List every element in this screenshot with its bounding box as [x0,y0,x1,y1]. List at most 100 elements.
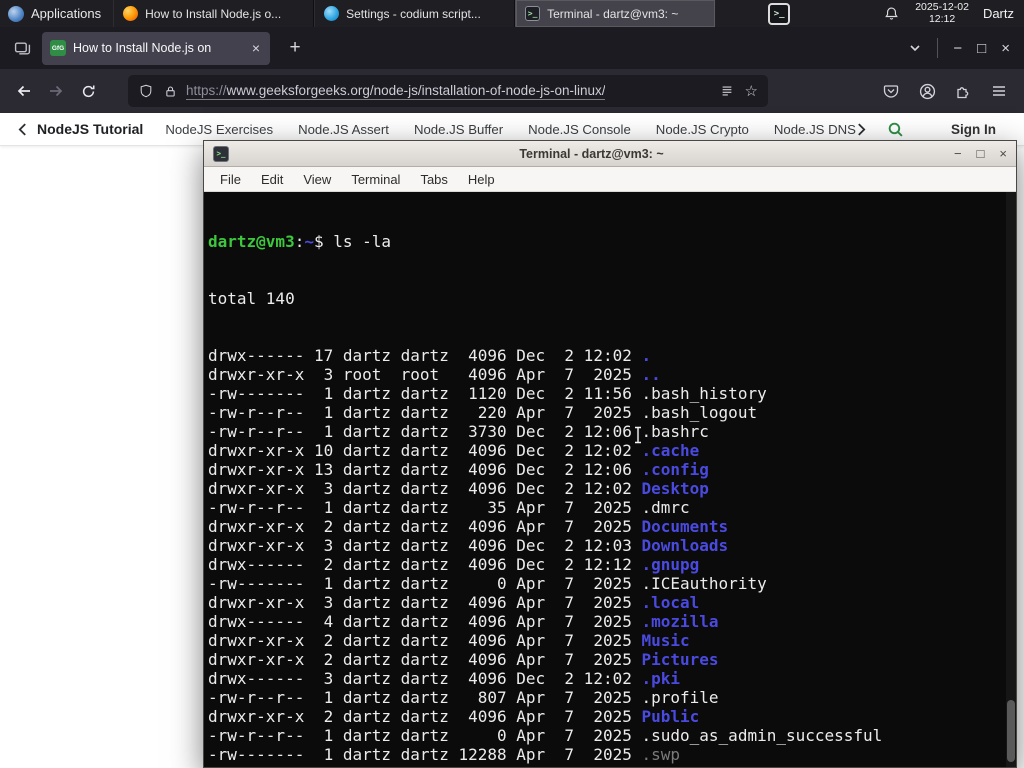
terminal-menu-tabs[interactable]: Tabs [410,172,457,187]
window-minimize-icon[interactable]: − [953,41,962,56]
shield-icon[interactable] [138,83,154,99]
terminal-window-controls: − □ × [954,147,1007,160]
account-icon[interactable] [918,82,936,100]
file-name: . [641,346,652,365]
extensions-icon[interactable] [954,82,972,100]
user-menu[interactable]: Dartz [983,6,1014,21]
taskbar: How to Install Node.js o... Settings - co… [113,0,717,27]
taskbar-button[interactable]: >_ Terminal - dartz@vm3: ~ [515,0,717,27]
terminal-close-icon[interactable]: × [999,147,1007,160]
terminal-line: -rw------- 1 dartz dartz 12288 Apr 7 202… [208,745,681,764]
file-name: .pki [641,669,681,688]
clock-time: 12:12 [928,12,956,25]
sign-in-button[interactable]: Sign In [951,122,996,137]
applications-menu[interactable]: Applications [0,0,113,27]
terminal-menu-edit[interactable]: Edit [251,172,293,187]
terminal-line: -rw-r--r-- 1 dartz dartz 3730 Dec 2 12:0… [208,422,709,441]
bookmark-star-icon[interactable]: ☆ [745,84,758,99]
file-name: .swp [641,745,681,764]
file-name: Downloads [641,536,729,555]
file-name: Templates [641,764,728,767]
terminal-line: drwxr-xr-x 2 dartz dartz 4096 Apr 7 2025… [208,517,729,536]
site-nav-item[interactable]: Node.JS Console [528,122,631,137]
terminal-menu-view[interactable]: View [293,172,341,187]
reload-button[interactable] [72,75,104,107]
terminal-menu-help[interactable]: Help [458,172,505,187]
taskbar-button[interactable]: Settings - codium script... [314,0,516,27]
terminal-body[interactable]: dartz@vm3:~$ ls -la total 140 drwx------… [204,192,1016,767]
nav-chevron-right-icon[interactable] [857,122,867,136]
taskbar-button-label: How to Install Node.js o... [145,6,282,21]
file-name: .bash_logout [641,403,758,422]
applications-icon [8,5,24,22]
applications-label: Applications [31,6,102,21]
gfg-favicon: GfG [50,40,66,56]
reader-mode-icon[interactable] [719,83,735,99]
list-all-tabs-icon[interactable] [909,42,922,55]
terminal-maximize-icon[interactable]: □ [977,147,985,160]
window-close-icon[interactable]: × [1001,41,1010,56]
site-nav-item[interactable]: Node.JS Crypto [656,122,749,137]
terminal-line: -rw-r--r-- 1 dartz dartz 220 Apr 7 2025 … [208,403,758,422]
site-nav-item[interactable]: Node.JS DNS [774,122,856,137]
url-text: https://www.geeksforgeeks.org/node-js/in… [186,82,606,100]
terminal-line: drwx------ 4 dartz dartz 4096 Apr 7 2025… [208,612,719,631]
file-name: .cache [641,441,700,460]
terminal-listing: drwx------ 17 dartz dartz 4096 Dec 2 12:… [208,346,1004,767]
site-nav-item[interactable]: Node.JS Buffer [414,122,503,137]
terminal-line: -rw-r--r-- 1 dartz dartz 35 Apr 7 2025 .… [208,498,690,517]
lock-icon[interactable] [162,83,178,99]
url-path: www.geeksforgeeks.org/node-js/installati… [226,82,606,98]
command-text: ls -la [333,232,392,251]
file-name: .local [641,593,700,612]
terminal-menu-terminal[interactable]: Terminal [341,172,410,187]
clock[interactable]: 2025-12-02 12:12 [915,1,969,25]
terminal-line: drwxr-xr-x 2 dartz dartz 4096 Apr 7 2025… [208,650,719,669]
tab-close-icon[interactable]: × [250,40,262,56]
menu-hamburger-icon[interactable] [990,82,1008,100]
terminal-line: drwxr-xr-x 2 dartz dartz 4096 Apr 7 2025… [208,707,700,726]
browser-tab[interactable]: GfG How to Install Node.js on × [42,31,270,65]
search-icon[interactable] [887,120,905,138]
terminal-line: -rw------- 1 dartz dartz 1120 Dec 2 11:5… [208,384,767,403]
tray-terminal-icon[interactable]: >_ [768,2,791,25]
terminal-menu-file[interactable]: File [210,172,251,187]
firefox-view-icon[interactable] [12,38,32,58]
file-name: .profile [641,688,719,707]
url-bar[interactable]: https://www.geeksforgeeks.org/node-js/in… [128,75,768,107]
terminal-scrollbar-thumb[interactable] [1007,700,1015,762]
taskbar-button[interactable]: How to Install Node.js o... [113,0,315,27]
file-name: .mozilla [641,612,719,631]
file-name: .. [641,365,661,384]
terminal-minimize-icon[interactable]: − [954,147,962,160]
desktop-panel: Applications How to Install Node.js o...… [0,0,1024,27]
site-nav-item[interactable]: Node.JS Assert [298,122,389,137]
terminal-line: drwxr-xr-x 3 dartz dartz 4096 Apr 7 2025… [208,593,700,612]
site-nav-current[interactable]: NodeJS Tutorial [37,121,143,137]
pocket-icon[interactable] [882,82,900,100]
terminal-prompt-line: dartz@vm3:~$ ls -la [208,232,392,251]
terminal-app-icon: >_ [213,145,229,162]
file-name: Documents [641,517,729,536]
window-maximize-icon[interactable]: □ [977,41,986,56]
file-name: .ICEauthority [641,574,767,593]
clock-date: 2025-12-02 [915,1,969,13]
terminal-output: dartz@vm3:~$ ls -la total 140 drwx------… [204,192,1016,767]
forward-button[interactable] [40,75,72,107]
terminal-line: drwxr-xr-x 10 dartz dartz 4096 Dec 2 12:… [208,441,700,460]
site-nav-item[interactable]: NodeJS Exercises [165,122,273,137]
terminal-titlebar[interactable]: >_ Terminal - dartz@vm3: ~ − □ × [204,141,1016,167]
file-name: .gnupg [641,555,700,574]
file-name: .config [641,460,709,479]
terminal-scrollbar[interactable] [1006,192,1016,767]
nav-chevron-left-icon[interactable] [18,122,28,136]
terminal-line: drwxr-xr-x 3 dartz dartz 4096 Dec 2 12:0… [208,479,709,498]
toolbar-right-icons [882,82,1024,100]
prompt-path: ~ [304,232,314,251]
terminal-line: drwxr-xr-x 3 root root 4096 Apr 7 2025 .… [208,365,661,384]
site-nav-items: NodeJS Exercises Node.JS Assert Node.JS Bu… [165,122,857,137]
urlbar-actions: ☆ [719,83,758,99]
new-tab-button[interactable]: + [282,37,308,59]
back-button[interactable] [8,75,40,107]
notifications-bell-icon[interactable] [881,4,901,24]
